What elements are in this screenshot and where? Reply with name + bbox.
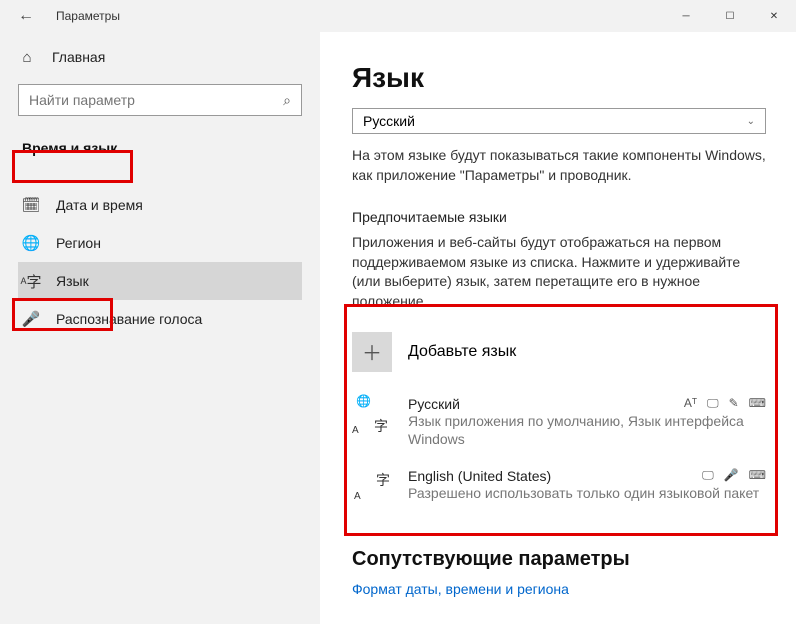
back-icon[interactable]: ← [18, 7, 38, 25]
sidebar-item-label: Дата и время [56, 197, 143, 213]
display-icon: 🖵 [702, 468, 714, 484]
display-language-description: На этом языке будут показываться такие к… [352, 146, 766, 185]
chevron-down-icon: ⌄ [747, 116, 755, 127]
titlebar: ← Параметры ─ ☐ ✕ [0, 0, 796, 32]
language-icon: A字 [22, 272, 40, 290]
language-subtitle: Разрешено использовать только один языко… [408, 484, 766, 502]
language-name: English (United States) [408, 468, 551, 484]
search-icon: ⌕ [283, 92, 291, 109]
nav-list: 🗓 Дата и время 🌐 Регион A字 Язык 🎤 Распоз… [18, 186, 302, 338]
home-icon: ⌂ [18, 48, 36, 66]
sidebar-item-speech[interactable]: 🎤 Распознавание голоса [18, 300, 302, 338]
microphone-icon: 🎤 [22, 310, 40, 328]
keyboard-icon: ⌨ [749, 396, 766, 412]
sidebar-item-date-time[interactable]: 🗓 Дата и время [18, 186, 302, 224]
close-button[interactable]: ✕ [752, 0, 796, 32]
display-icon: 🖵 [707, 396, 719, 412]
speech-icon: 🎤 [724, 468, 739, 484]
language-glyph-icon: A 字 [352, 468, 392, 508]
language-name: Русский [408, 396, 460, 412]
clock-icon: 🗓 [22, 196, 40, 214]
window-title: Параметры [56, 9, 120, 23]
language-list: ＋ Добавьте язык 🌐 A 字 Русский Aᵀ 🖵 ✎ [352, 326, 766, 518]
minimize-button[interactable]: ─ [664, 0, 708, 32]
related-settings-title: Сопутствующие параметры [352, 548, 766, 571]
sidebar-item-language[interactable]: A字 Язык [18, 262, 302, 300]
home-link[interactable]: ⌂ Главная [18, 48, 302, 66]
sidebar-item-label: Регион [56, 235, 101, 251]
language-glyph-icon: 🌐 A 字 [352, 396, 392, 436]
home-label: Главная [52, 49, 105, 65]
sidebar: ⌂ Главная ⌕ Время и язык 🗓 Дата и время … [0, 32, 320, 624]
keyboard-icon: ⌨ [749, 468, 766, 484]
language-feature-icons: 🖵 🎤 ⌨ [702, 468, 766, 484]
language-item[interactable]: 🌐 A 字 Русский Aᵀ 🖵 ✎ ⌨ Язык прилож [352, 386, 766, 458]
handwriting-icon: ✎ [729, 396, 739, 412]
preferred-languages-title: Предпочитаемые языки [352, 209, 766, 225]
preferred-languages-description: Приложения и веб-сайты будут отображатьс… [352, 233, 766, 311]
search-box[interactable]: ⌕ [18, 84, 302, 116]
language-feature-icons: Aᵀ 🖵 ✎ ⌨ [684, 396, 766, 412]
main-content: Язык Русский ⌄ На этом языке будут показ… [320, 32, 796, 624]
plus-icon: ＋ [352, 332, 392, 372]
sidebar-item-region[interactable]: 🌐 Регион [18, 224, 302, 262]
dropdown-value: Русский [363, 113, 415, 129]
globe-icon: 🌐 [22, 234, 40, 252]
display-language-dropdown[interactable]: Русский ⌄ [352, 108, 766, 134]
related-link[interactable]: Формат даты, времени и региона [352, 581, 766, 597]
language-item[interactable]: A 字 English (United States) 🖵 🎤 ⌨ Разреш… [352, 458, 766, 518]
maximize-button[interactable]: ☐ [708, 0, 752, 32]
add-language-label: Добавьте язык [408, 343, 516, 361]
sidebar-item-label: Распознавание голоса [56, 311, 202, 327]
window-controls: ─ ☐ ✕ [664, 0, 796, 32]
sidebar-item-label: Язык [56, 273, 89, 289]
category-header: Время и язык [18, 134, 121, 162]
add-language-button[interactable]: ＋ Добавьте язык [352, 326, 766, 386]
page-title: Язык [352, 62, 766, 94]
search-input[interactable] [29, 92, 283, 108]
text-to-speech-icon: Aᵀ [684, 396, 697, 412]
language-subtitle: Язык приложения по умолчанию, Язык интер… [408, 412, 766, 448]
